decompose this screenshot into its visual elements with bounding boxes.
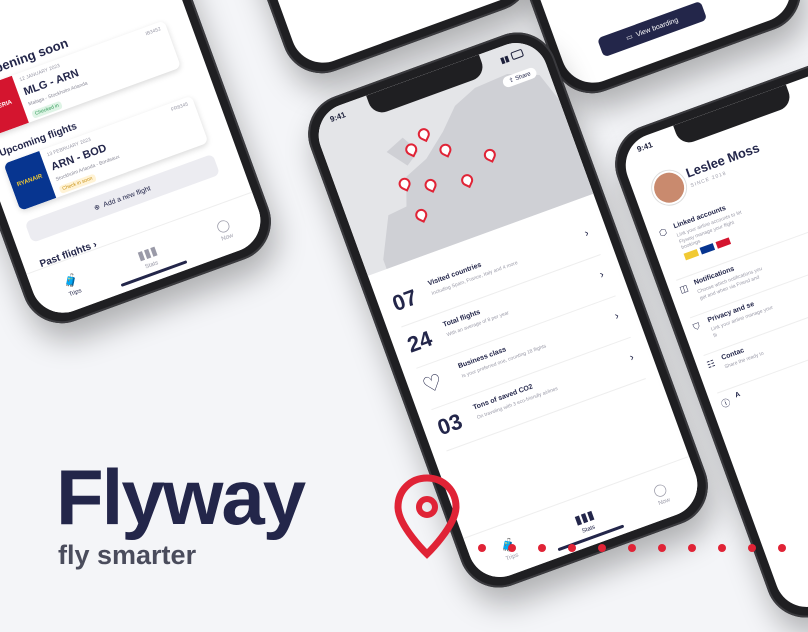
phone-trips: Happening soon IBERIA 12 JANUARY 2023 IB… (0, 0, 283, 335)
view-boarding-button[interactable]: ▭ View boarding (597, 0, 708, 58)
chevron-right-icon: › (598, 268, 606, 282)
link-icon: ⬡ (657, 226, 669, 239)
battery-icon (510, 48, 525, 61)
user-icon: ◯ (214, 216, 232, 234)
tab-stats[interactable]: ▮▮▮ Stats (135, 243, 161, 271)
stat-number: 07 (388, 284, 421, 317)
suitcase-icon: 🧳 (61, 271, 81, 290)
chevron-right-icon: › (582, 227, 591, 240)
stat-number: 24 (403, 325, 436, 358)
avatar[interactable] (647, 165, 691, 210)
stat-number: 03 (434, 408, 466, 441)
shield-icon: ⛉ (691, 320, 702, 333)
airline-chip (699, 243, 716, 255)
tab-trips[interactable]: 🧳Trips (61, 271, 83, 298)
row-title: A (734, 391, 742, 400)
phone-stats: 9:41 ▮▮ ⇪ Share 07 Visited countries Inc… (296, 21, 720, 599)
path-dot (538, 544, 546, 552)
path-dot (598, 544, 606, 552)
share-icon: ⇪ (508, 77, 516, 85)
heart-icon: ♡ (418, 368, 447, 399)
add-flight-label: Add a new flight (102, 184, 152, 209)
plus-icon: ⊕ (93, 203, 102, 213)
info-icon: ⓘ (719, 397, 732, 410)
path-dot (658, 544, 666, 552)
path-dot (568, 544, 576, 552)
path-dot (688, 544, 696, 552)
signal-icon: ▮▮ (498, 53, 511, 65)
contacts-icon: ☷ (705, 357, 717, 371)
flight-code: IB3452 (144, 26, 162, 38)
path-dot (478, 544, 486, 552)
location-pin-icon (394, 474, 460, 559)
airline-chip (715, 237, 732, 249)
tab-profile[interactable]: ◯ Now (651, 481, 671, 507)
chevron-right-icon: › (613, 309, 621, 323)
path-dot (628, 544, 636, 552)
user-icon: ◯ (651, 480, 669, 499)
trips-screen: Happening soon IBERIA 12 JANUARY 2023 IB… (0, 0, 270, 322)
ryanair-logo: RYANAIR (3, 150, 57, 211)
airline-chip (683, 248, 700, 261)
bell-icon: ◫ (678, 282, 690, 295)
brand-block: Flyway fly smarter (56, 453, 306, 571)
path-dot (718, 544, 726, 552)
showcase-stage: Happening soon IBERIA 12 JANUARY 2023 IB… (0, 0, 808, 632)
brand-tagline: fly smarter (58, 540, 197, 570)
path-dot (748, 544, 756, 552)
boarding-pass-icon: ▭ (625, 33, 634, 43)
tab-stats[interactable]: ▮▮▮ Stats (572, 507, 598, 535)
stats-screen: 9:41 ▮▮ ⇪ Share 07 Visited countries Inc… (309, 34, 707, 586)
flight-code: FR8345 (170, 101, 190, 114)
brand-logo-text: Flyway (56, 453, 306, 541)
path-dot (508, 544, 516, 552)
tab-profile[interactable]: ◯ Now (214, 216, 234, 242)
chevron-right-icon: › (628, 351, 636, 364)
path-dot (778, 544, 786, 552)
tab-bar: 🧳Trips ▮▮▮Stats ◯Now (463, 455, 707, 586)
